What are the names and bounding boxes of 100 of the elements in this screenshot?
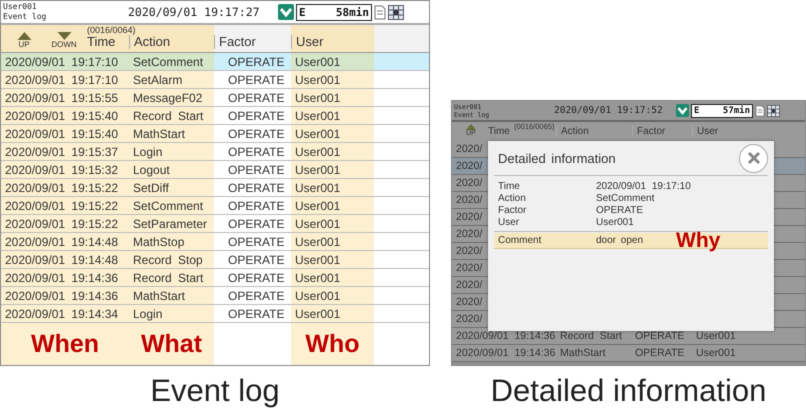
down-button[interactable]: DOWN xyxy=(47,32,81,49)
save-status-icon xyxy=(278,4,294,20)
field-label: Action xyxy=(498,192,527,204)
table-cell: 2020/ xyxy=(456,245,482,257)
table-cell: User001 xyxy=(295,108,340,122)
table-cell: 2020/09/01 19:14:48 xyxy=(5,234,118,248)
table-cell: 2020/09/01 19:14:36 xyxy=(5,288,118,302)
close-button[interactable] xyxy=(739,144,768,172)
record-counter: (0016/0064) xyxy=(87,25,136,35)
table-cell: User001 xyxy=(295,72,340,86)
date-time: 2020/09/01 19:17:52 xyxy=(554,105,664,116)
table-cell: OPERATE xyxy=(228,198,284,212)
column-title[interactable]: Action xyxy=(556,126,589,137)
dialog-title: Detailed information xyxy=(498,150,616,166)
log-row[interactable]: 2020/09/01 19:14:36 MathStart OPERATE User001 xyxy=(1,287,429,305)
table-cell: User001 xyxy=(295,198,340,212)
table-cell: Logout xyxy=(133,162,170,176)
log-row[interactable]: 2020/09/01 19:14:36 MathStart OPERATE User001 xyxy=(452,345,805,362)
table-cell: OPERATE xyxy=(635,347,684,359)
table-cell: OPERATE xyxy=(228,126,284,140)
table-cell: 2020/09/01 19:14:36 xyxy=(456,330,556,342)
annotation-label: Who xyxy=(305,330,360,358)
table-cell: User001 xyxy=(295,90,340,104)
sd-card-icon xyxy=(374,4,386,20)
log-row[interactable]: 2020/09/01 19:15:37 Login OPERATE User001 xyxy=(1,143,429,161)
column-title[interactable]: Factor xyxy=(632,126,666,137)
column-title[interactable]: Time xyxy=(484,126,510,137)
table-cell: OPERATE xyxy=(228,234,284,248)
log-row[interactable]: 2020/09/01 19:17:10 SetComment OPERATE User001 xyxy=(1,53,429,71)
up-button[interactable]: UP xyxy=(7,32,41,49)
up-arrow-icon xyxy=(465,124,477,130)
table-cell: OPERATE xyxy=(228,180,284,194)
table-cell: MathStop xyxy=(133,234,184,248)
sd-card-icon xyxy=(755,104,765,116)
table-cell: 2020/09/01 19:14:34 xyxy=(5,306,118,320)
table-cell: User001 xyxy=(696,330,736,342)
grid-icon xyxy=(767,104,780,116)
log-row[interactable]: 2020/09/01 19:14:34 Login OPERATE User001 xyxy=(1,305,429,323)
column-title[interactable]: User xyxy=(692,126,718,137)
table-cell: OPERATE xyxy=(228,270,284,284)
table-cell: 2020/09/01 19:15:37 xyxy=(5,144,118,158)
table-cell: MathStart xyxy=(133,288,186,302)
table-cell: OPERATE xyxy=(228,252,284,266)
table-cell: 2020/ xyxy=(456,228,482,240)
table-cell: SetComment xyxy=(133,198,204,212)
table-cell: OPERATE xyxy=(228,144,284,158)
table-cell: 2020/ xyxy=(456,296,482,308)
table-cell: MessageF02 xyxy=(133,90,202,104)
down-arrow-icon xyxy=(56,32,72,40)
figure-caption: Event log xyxy=(149,373,281,409)
table-cell: 2020/09/01 19:14:48 xyxy=(5,252,118,266)
annotation-label: What xyxy=(140,330,202,358)
column-title[interactable]: Factor xyxy=(214,34,256,49)
table-cell: User001 xyxy=(295,144,340,158)
table-cell: 2020/ xyxy=(456,143,482,155)
annotation-label: When xyxy=(30,330,100,358)
user-name: User001 xyxy=(3,2,38,12)
log-row[interactable]: 2020/09/01 19:15:22 SetDiff OPERATE User001 xyxy=(1,179,429,197)
table-cell: Record Start xyxy=(560,330,622,342)
field-value: User001 xyxy=(596,216,635,228)
field-value: 2020/09/01 19:17:10 xyxy=(596,180,692,192)
table-cell: 2020/ xyxy=(456,194,482,206)
table-cell: Login xyxy=(133,306,162,320)
memory-status: E 57min xyxy=(691,104,753,118)
memory-status: E 58min xyxy=(296,4,372,20)
table-cell: 2020/ xyxy=(456,177,482,189)
close-icon xyxy=(746,151,760,165)
log-row[interactable]: 2020/09/01 19:15:22 SetComment OPERATE User001 xyxy=(1,197,429,215)
table-cell: 2020/09/01 19:14:36 xyxy=(5,270,118,284)
table-cell: 2020/ xyxy=(456,313,482,325)
table-cell: 2020/09/01 19:15:32 xyxy=(5,162,118,176)
table-cell: OPERATE xyxy=(635,330,684,342)
table-cell: 2020/09/01 19:17:10 xyxy=(5,54,118,68)
table-cell: User001 xyxy=(295,54,340,68)
table-cell: User001 xyxy=(295,216,340,230)
table-cell: 2020/09/01 19:15:22 xyxy=(5,216,118,230)
table-cell: SetComment xyxy=(133,54,204,68)
log-row[interactable]: 2020/09/01 19:15:32 Logout OPERATE User001 xyxy=(1,161,429,179)
table-cell: User001 xyxy=(295,306,340,320)
table-cell: OPERATE xyxy=(228,72,284,86)
table-cell: User001 xyxy=(295,234,340,248)
log-row[interactable]: 2020/09/01 19:15:55 MessageF02 OPERATE User001 xyxy=(1,89,429,107)
table-cell: User001 xyxy=(295,126,340,140)
log-row[interactable]: 2020/09/01 19:15:22 SetParameter OPERATE User001 xyxy=(1,215,429,233)
log-row[interactable]: 2020/09/01 19:15:40 Record Start OPERATE User001 xyxy=(1,107,429,125)
table-cell: MathStart xyxy=(560,347,606,359)
table-cell: 2020/09/01 19:15:40 xyxy=(5,126,118,140)
log-row[interactable]: 2020/09/01 19:17:10 SetAlarm OPERATE User001 xyxy=(1,71,429,89)
log-row[interactable]: 2020/09/01 19:15:40 MathStart OPERATE User001 xyxy=(1,125,429,143)
table-cell: 2020/ xyxy=(456,160,482,172)
table-cell: OPERATE xyxy=(228,108,284,122)
column-title[interactable]: Time xyxy=(83,34,116,49)
table-cell: User001 xyxy=(295,270,340,284)
field-label: User xyxy=(498,216,520,228)
log-row[interactable]: 2020/09/01 19:14:48 Record Stop OPERATE User001 xyxy=(1,251,429,269)
log-row[interactable]: 2020/09/01 19:14:36 Record Start OPERATE User001 xyxy=(1,269,429,287)
table-cell: SetDiff xyxy=(133,180,169,194)
table-cell: MathStart xyxy=(133,126,186,140)
field-label: Factor xyxy=(498,204,528,216)
log-row[interactable]: 2020/09/01 19:14:48 MathStop OPERATE User001 xyxy=(1,233,429,251)
